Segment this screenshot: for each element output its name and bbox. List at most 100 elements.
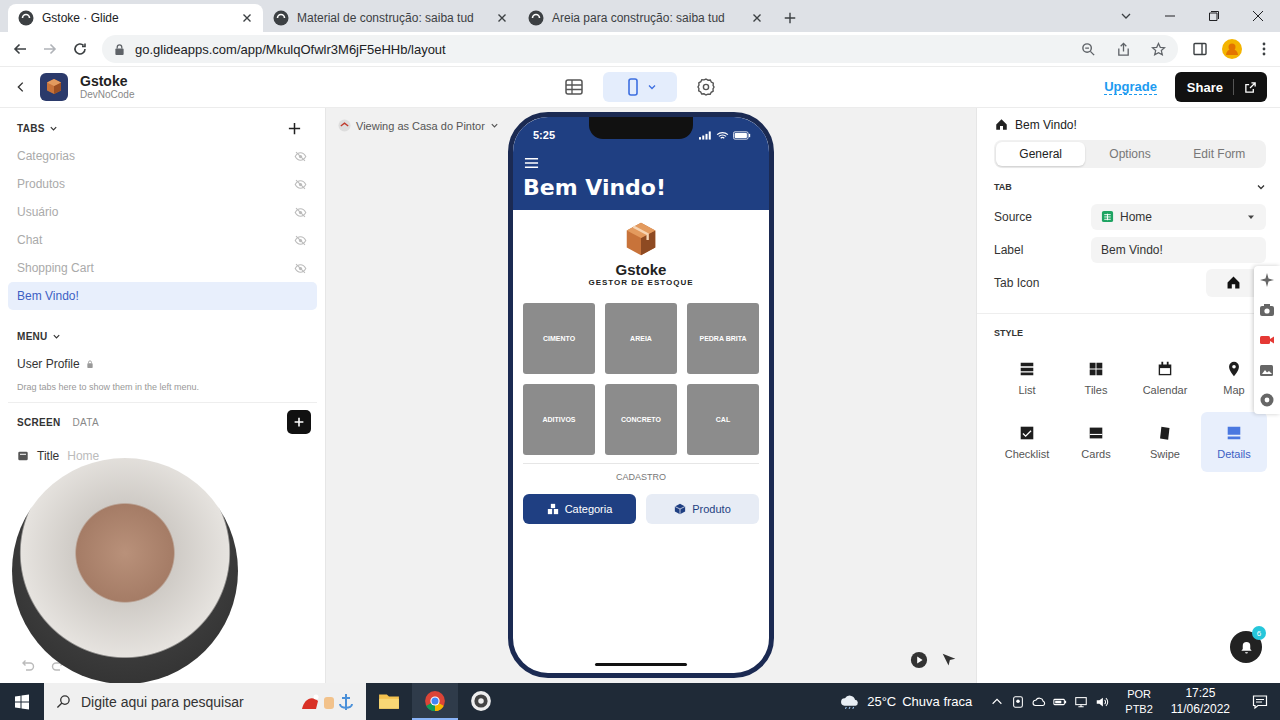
category-tile[interactable]: CIMENTO bbox=[523, 303, 595, 374]
source-select[interactable]: Home bbox=[1091, 204, 1266, 230]
share-button[interactable]: Share bbox=[1175, 72, 1267, 102]
chevron-down-icon[interactable] bbox=[52, 332, 61, 341]
star-icon[interactable] bbox=[1151, 42, 1166, 57]
tab-item[interactable]: Usuário bbox=[8, 198, 317, 226]
video-icon[interactable] bbox=[1259, 332, 1275, 348]
reload-icon[interactable] bbox=[72, 41, 88, 57]
battery-tray-icon[interactable] bbox=[1053, 695, 1067, 709]
panel-tab[interactable]: Options bbox=[1085, 142, 1174, 166]
recorder-taskbar-button[interactable] bbox=[458, 683, 504, 720]
style-option[interactable]: Details bbox=[1201, 412, 1267, 472]
zoom-icon[interactable] bbox=[1081, 42, 1096, 57]
layout-view-button[interactable] bbox=[603, 72, 677, 102]
upgrade-link[interactable]: Upgrade bbox=[1104, 79, 1157, 95]
panel-tab[interactable]: Edit Form bbox=[1175, 142, 1264, 166]
camera-icon[interactable] bbox=[1259, 302, 1275, 318]
tab-item[interactable]: Shopping Cart bbox=[8, 254, 317, 282]
close-window-icon[interactable] bbox=[1236, 10, 1280, 22]
category-tile[interactable]: ADITIVOS bbox=[523, 384, 595, 455]
new-tab-icon[interactable] bbox=[783, 11, 797, 25]
close-icon[interactable] bbox=[496, 12, 508, 24]
close-icon[interactable] bbox=[241, 12, 253, 24]
taskbar: Digite aqui para pesquisar 25°CChuva frac… bbox=[0, 683, 1280, 720]
add-component-button[interactable] bbox=[287, 410, 311, 434]
keyboard-layout: PTB2 bbox=[1125, 702, 1153, 716]
screen-tab[interactable]: SCREEN bbox=[17, 417, 60, 428]
panel-tab[interactable]: General bbox=[996, 142, 1085, 166]
tab-item[interactable]: Chat bbox=[8, 226, 317, 254]
browser-tab[interactable]: Material de construção: saiba tud bbox=[263, 4, 518, 32]
eye-slash-icon[interactable] bbox=[294, 206, 307, 219]
browser-tab[interactable]: Areia para construção: saiba tud bbox=[518, 4, 773, 32]
eye-slash-icon[interactable] bbox=[294, 150, 307, 163]
viewing-as-selector[interactable]: Viewing as Casa do Pintor bbox=[338, 119, 499, 132]
network-icon[interactable] bbox=[1074, 695, 1088, 709]
category-tile[interactable]: CONCRETO bbox=[605, 384, 677, 455]
style-option[interactable]: Calendar bbox=[1132, 348, 1198, 408]
tab-item[interactable]: Produtos bbox=[8, 170, 317, 198]
tab-section-heading[interactable]: TAB bbox=[994, 168, 1266, 200]
back-arrow-icon[interactable] bbox=[14, 80, 28, 94]
tab-item[interactable]: Bem Vindo! bbox=[8, 282, 317, 310]
browser-tab[interactable]: Gstoke · Glide bbox=[8, 4, 263, 32]
taskbar-search[interactable]: Digite aqui para pesquisar bbox=[44, 683, 366, 720]
category-button[interactable]: Categoria bbox=[523, 494, 636, 524]
minimize-icon[interactable] bbox=[1148, 10, 1192, 22]
tab-label: Chat bbox=[17, 233, 294, 247]
menu-heading-label[interactable]: MENU bbox=[17, 331, 48, 342]
volume-icon[interactable] bbox=[1095, 695, 1109, 709]
screen-tab[interactable]: DATA bbox=[72, 417, 98, 428]
category-tile[interactable]: AREIA bbox=[605, 303, 677, 374]
share-page-icon[interactable] bbox=[1116, 42, 1131, 57]
back-icon[interactable] bbox=[12, 41, 28, 57]
eye-slash-icon[interactable] bbox=[294, 262, 307, 275]
undo-icon[interactable] bbox=[20, 657, 36, 673]
explorer-taskbar-button[interactable] bbox=[366, 683, 412, 720]
battery-icon bbox=[733, 131, 751, 140]
category-tile[interactable]: CAL bbox=[687, 384, 759, 455]
profile-avatar-icon[interactable] bbox=[1222, 39, 1242, 59]
style-option[interactable]: Checklist bbox=[994, 412, 1060, 472]
cursor-icon[interactable] bbox=[940, 651, 958, 669]
menu-item[interactable]: User Profile bbox=[8, 350, 317, 378]
category-tile[interactable]: PEDRA BRITA bbox=[687, 303, 759, 374]
data-view-button[interactable] bbox=[553, 72, 595, 102]
chevron-down-icon[interactable] bbox=[49, 124, 58, 133]
settings-view-button[interactable] bbox=[685, 72, 727, 102]
notifications-button[interactable]: 6 bbox=[1230, 631, 1262, 663]
gallery-icon[interactable] bbox=[1259, 362, 1275, 378]
label-input[interactable]: Bem Vindo! bbox=[1091, 237, 1266, 263]
tray-expand-icon[interactable] bbox=[990, 695, 1004, 709]
tab-search-icon[interactable] bbox=[1104, 10, 1148, 22]
address-bar: go.glideapps.com/app/MkulqOfwlr3M6jF5eHH… bbox=[0, 32, 1280, 66]
kebab-menu-icon[interactable] bbox=[1256, 41, 1272, 57]
style-label: Map bbox=[1223, 384, 1244, 396]
weather-widget[interactable]: 25°CChuva fraca bbox=[829, 683, 982, 720]
omnibox[interactable]: go.glideapps.com/app/MkulqOfwlr3M6jF5eHH… bbox=[102, 35, 1178, 63]
hamburger-icon[interactable] bbox=[524, 157, 539, 169]
cloud-sync-icon[interactable] bbox=[1032, 695, 1046, 709]
side-panel-icon[interactable] bbox=[1192, 41, 1208, 57]
style-option[interactable]: Cards bbox=[1063, 412, 1129, 472]
sparkle-icon[interactable] bbox=[1259, 272, 1275, 288]
style-option[interactable]: Tiles bbox=[1063, 348, 1129, 408]
style-option[interactable]: List bbox=[994, 348, 1060, 408]
close-icon[interactable] bbox=[751, 12, 763, 24]
eye-slash-icon[interactable] bbox=[294, 234, 307, 247]
language-indicator[interactable]: PORPTB2 bbox=[1117, 683, 1161, 720]
forward-icon[interactable] bbox=[42, 41, 58, 57]
tab-item[interactable]: Categorias bbox=[8, 142, 317, 170]
clock[interactable]: 17:2511/06/2022 bbox=[1161, 683, 1240, 720]
play-icon[interactable] bbox=[910, 651, 928, 669]
chrome-taskbar-button[interactable] bbox=[412, 683, 458, 720]
tray-app-icon[interactable] bbox=[1011, 695, 1025, 709]
add-tab-icon[interactable] bbox=[287, 121, 302, 136]
recorder-settings-icon[interactable] bbox=[1259, 392, 1275, 408]
action-center-button[interactable] bbox=[1240, 683, 1280, 720]
tabs-heading-label[interactable]: TABS bbox=[17, 123, 45, 134]
start-button[interactable] bbox=[0, 683, 44, 720]
maximize-icon[interactable] bbox=[1192, 10, 1236, 22]
eye-slash-icon[interactable] bbox=[294, 178, 307, 191]
product-button[interactable]: Produto bbox=[646, 494, 759, 524]
style-option[interactable]: Swipe bbox=[1132, 412, 1198, 472]
